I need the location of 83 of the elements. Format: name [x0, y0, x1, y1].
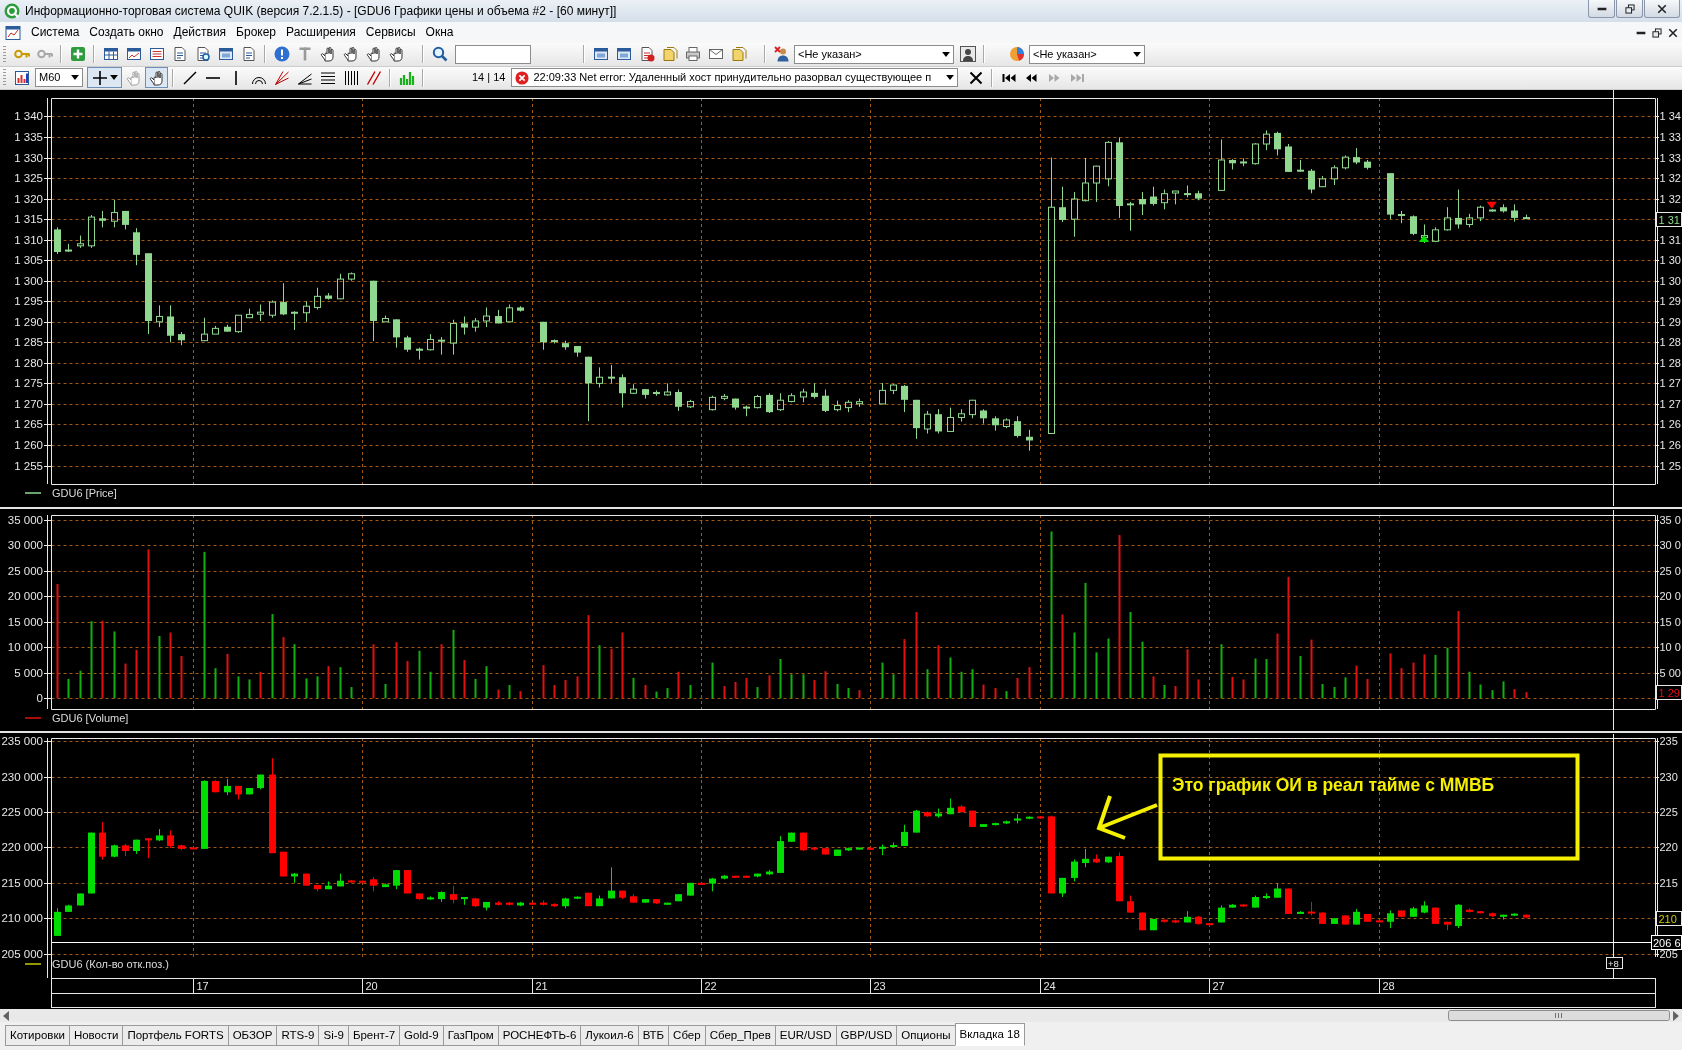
axis-label: 205 000 [1, 947, 43, 960]
axis-label: 35 000 [7, 513, 43, 526]
date-label: 21 [535, 980, 548, 992]
axis-label: 1 29 [1659, 315, 1681, 328]
axis-label: 210 000 [1, 912, 43, 925]
legend-label: GDU6 [Volume] [52, 712, 129, 724]
date-label: 20 [365, 980, 378, 992]
axis-label: 1 33 [1659, 151, 1681, 164]
axis-label: 215 [1659, 876, 1678, 889]
axis-label: 1 275 [14, 377, 43, 390]
axis-label: 230 000 [1, 770, 43, 783]
axis-label: 1 26 [1659, 418, 1681, 431]
date-label: 24 [1043, 980, 1056, 992]
axis-label: 1 340 [14, 110, 43, 123]
current-value-label: 210 [1656, 911, 1682, 926]
axis-label: 225 [1659, 806, 1678, 819]
axis-label: 1 280 [14, 356, 43, 369]
callout-note: Это график ОИ в реал тайме с ММВБ [1158, 753, 1580, 861]
axis-label: 1 335 [14, 131, 43, 143]
axis-label: 1 29 [1659, 295, 1681, 308]
axis-label: 1 28 [1659, 356, 1681, 369]
axis-label: 1 26 [1659, 439, 1681, 451]
axis-label: 225 000 [1, 806, 43, 819]
axis-label: 1 30 [1659, 254, 1681, 267]
axis-label: 15 0 [1659, 615, 1681, 628]
axis-label: 5 000 [14, 666, 43, 679]
axis-label: 205 [1659, 947, 1678, 960]
date-label: 23 [873, 980, 886, 992]
window-title: Информационно-торговая система QUIK (версия 7.2.1.5) - [GDU6 Графики цены и объема #2 - [60 минут]] [25, 3, 617, 19]
axis-label: 1 30 [1659, 274, 1681, 287]
axis-label: 1 320 [14, 192, 43, 205]
axis-label: 1 34 [1659, 110, 1681, 123]
axis-label: 25 0 [1659, 564, 1681, 577]
axis-label: 1 27 [1659, 377, 1681, 390]
axis-label: 1 330 [14, 151, 43, 164]
axis-label: 30 000 [7, 539, 43, 552]
axis-label: 20 000 [7, 590, 43, 603]
axis-label: 1 28 [1659, 336, 1681, 349]
axis-label: 1 310 [14, 233, 43, 246]
axis-label: 5 00 [1659, 666, 1681, 679]
axis-label: 35 0 [1659, 513, 1681, 526]
axis-label: 1 290 [14, 315, 43, 328]
axis-label: 25 000 [7, 564, 43, 577]
axis-label: 1 315 [14, 213, 43, 226]
axis-label: 1 270 [14, 397, 43, 410]
axis-label: 1 33 [1659, 131, 1681, 143]
axis-label: 20 0 [1659, 590, 1681, 603]
axis-label: 0 [36, 692, 43, 705]
axis-label: 10 000 [7, 641, 43, 654]
page-counter: 14 | 14 [472, 71, 506, 85]
legend-label: GDU6 (Кол-во отк.поз.) [52, 958, 170, 970]
date-label: 27 [1212, 980, 1225, 992]
axis-label: 15 000 [7, 615, 43, 628]
annotation: Это график ОИ в реал тайме с ММВБ [1172, 775, 1495, 795]
date-label: 17 [196, 980, 209, 992]
axis-label: 1 265 [14, 418, 43, 431]
legend-label: GDU6 [Price] [52, 487, 117, 499]
axis-label: 220 000 [1, 841, 43, 854]
axis-label: 1 27 [1659, 397, 1681, 410]
axis-label: 1 305 [14, 254, 43, 267]
axis-label: 230 [1659, 770, 1678, 783]
axis-label: 30 0 [1659, 539, 1681, 552]
axis-label: 1 325 [14, 172, 43, 185]
axis-label: 215 000 [1, 876, 43, 889]
axis-label: 1 295 [14, 295, 43, 308]
axis-label: 235 000 [1, 735, 43, 748]
axis-label: 1 285 [14, 336, 43, 349]
axis-label: 1 32 [1659, 172, 1681, 185]
axis-label: 220 [1659, 841, 1678, 854]
date-label: 22 [704, 980, 717, 992]
axis-label: 1 25 [1659, 459, 1681, 472]
date-label: 28 [1382, 980, 1395, 992]
count-label: +8 [1606, 957, 1623, 969]
level-value-label: 206 6 [1651, 935, 1682, 950]
axis-label: 1 32 [1659, 192, 1681, 205]
axis-label: 1 300 [14, 274, 43, 287]
axis-label: 1 31 [1659, 233, 1681, 246]
current-value-label: 1 31 [1656, 212, 1682, 227]
axis-label: 235 [1659, 735, 1678, 748]
axis-label: 1 260 [14, 439, 43, 451]
current-value-label: 1 29 [1656, 685, 1682, 700]
axis-label: 10 0 [1659, 641, 1681, 654]
axis-label: 1 255 [14, 459, 43, 472]
